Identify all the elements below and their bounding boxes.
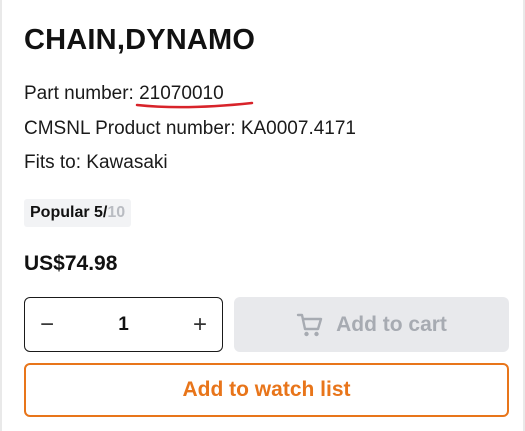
add-to-cart-label: Add to cart [336,312,447,336]
increment-button[interactable]: + [178,298,222,351]
fits-to-row: Fits to: Kawasaki [24,151,168,175]
cmsnl-number-row: CMSNL Product number: KA0007.4171 [24,117,356,141]
cmsnl-number-value: KA0007.4171 [240,118,356,139]
fits-to-value: Kawasaki [86,152,168,173]
cmsnl-number-label: CMSNL Product number: [24,118,241,139]
part-number-label: Part number: [24,83,140,104]
add-to-watch-list-button[interactable]: Add to watch list [24,363,509,417]
decrement-button[interactable]: − [25,298,69,351]
part-number-value-wrap: 21070010 [135,82,254,109]
add-to-cart-button[interactable]: Add to cart [234,297,509,352]
cart-icon [296,312,324,338]
popularity-badge: Popular 5/10 [24,199,132,227]
product-card: CHAIN,DYNAMO Part number: 21070010 CMSNL… [0,0,525,431]
fits-to-label: Fits to: [24,152,87,173]
popular-label: Popular [30,204,95,221]
popular-score: 5/ [94,204,108,221]
product-title: CHAIN,DYNAMO [24,24,256,56]
quantity-value[interactable]: 1 [118,314,129,336]
part-number-value: 21070010 [139,83,224,104]
quantity-stepper: − 1 + [24,297,223,352]
popular-max: 10 [107,204,126,221]
part-number-row: Part number: 21070010 [24,82,254,109]
product-price: US$74.98 [24,252,118,275]
